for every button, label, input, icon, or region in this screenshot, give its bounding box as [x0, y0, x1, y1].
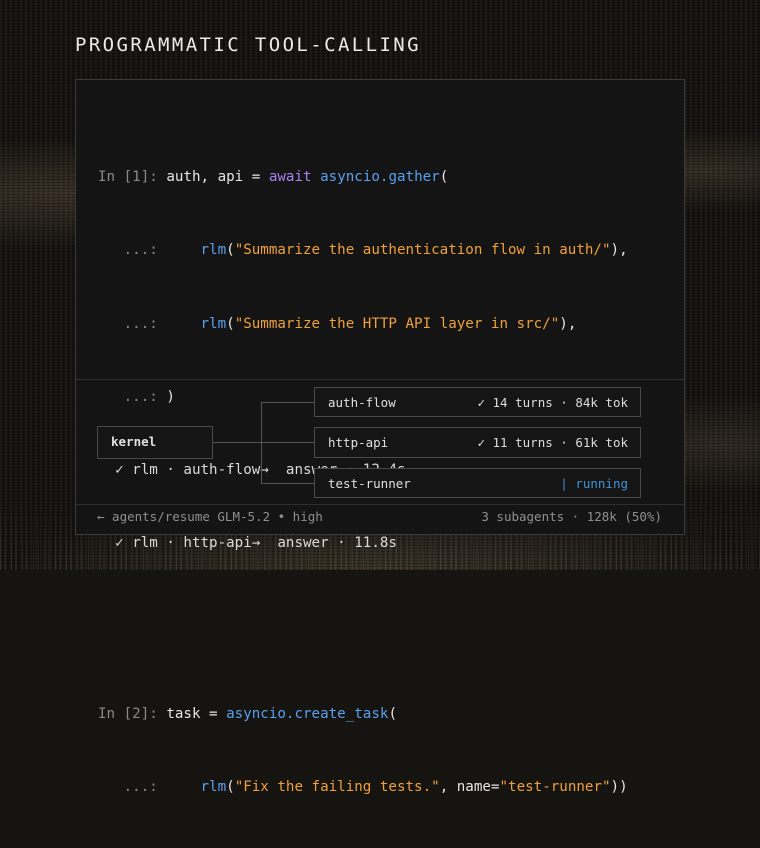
notebook-panel: In [1]: auth, api = await asyncio.gather… [75, 79, 685, 795]
status-left[interactable]: ← agents/resume GLM-5.2 • high [97, 509, 323, 524]
connector-line [261, 442, 314, 443]
code-paren: ( [439, 169, 449, 186]
agent-status-running: | running [560, 476, 628, 491]
code-string: "Summarize the HTTP API layer in src/" [234, 315, 560, 332]
result-line: ✓ rlm · http-api→ answer · 11.8s [98, 531, 628, 555]
status-right: 3 subagents · 128k (50%) [481, 509, 662, 524]
code-string: "test-runner" [499, 779, 611, 796]
continuation-prompt: ...: [123, 779, 158, 796]
code-function: asyncio.gather [320, 169, 440, 186]
code-string: "Summarize the authentication flow in au… [234, 242, 611, 259]
connector-line [261, 402, 314, 403]
result-text: rlm · http-api→ answer · 11.8s [132, 535, 397, 552]
code-operator: = [243, 169, 269, 186]
code-line: ...: rlm("Summarize the HTTP API layer i… [123, 315, 577, 332]
code-line: In [2]: task = asyncio.create_task( [98, 702, 628, 726]
code-function: rlm [200, 779, 227, 796]
cell-prompt: In [1]: [98, 169, 158, 186]
code-paren: ( [388, 706, 397, 723]
check-icon: ✓ [115, 535, 124, 552]
code-operator: = [200, 706, 227, 723]
agent-status: ✓ 14 turns · 84k tok [477, 395, 628, 410]
agent-name: test-runner [328, 476, 411, 491]
kernel-label: kernel [111, 434, 157, 449]
section-divider [76, 379, 684, 380]
agent-node-auth-flow[interactable]: auth-flow ✓ 14 turns · 84k tok [314, 387, 641, 417]
code-function: rlm [200, 315, 227, 332]
code-function: asyncio.create_task [226, 706, 389, 723]
continuation-prompt: ...: [123, 388, 158, 405]
page-title: PROGRAMMATIC TOOL-CALLING [75, 34, 421, 56]
code-line: ...: rlm("Fix the failing tests.", name=… [123, 779, 628, 796]
code-line: In [1]: auth, api = await asyncio.gather… [98, 165, 628, 189]
code-variable: task [166, 706, 201, 723]
code-string: "Fix the failing tests." [234, 779, 440, 796]
code-function: rlm [200, 242, 227, 259]
check-icon: ✓ [115, 462, 124, 479]
continuation-prompt: ...: [123, 315, 158, 332]
code-line: ...: rlm("Summarize the authentication f… [123, 242, 628, 259]
code-variable: auth, api [166, 169, 244, 186]
agent-name: http-api [328, 435, 389, 450]
code-paren: )) [610, 779, 628, 796]
connector-line [213, 442, 261, 443]
status-bar: ← agents/resume GLM-5.2 • high 3 subagen… [76, 502, 684, 534]
cell-prompt: In [2]: [98, 706, 158, 723]
kernel-node[interactable]: kernel [97, 426, 213, 459]
code-paren: ), [559, 315, 577, 332]
agent-node-http-api[interactable]: http-api ✓ 11 turns · 61k tok [314, 427, 641, 458]
code-keyword: await [268, 169, 312, 186]
agent-node-test-runner[interactable]: test-runner | running [314, 468, 641, 498]
code-paren: ) [166, 388, 175, 405]
code-paren: ), [610, 242, 628, 259]
agent-status: ✓ 11 turns · 61k tok [477, 435, 628, 450]
agent-name: auth-flow [328, 395, 396, 410]
code-kwarg: , name= [439, 779, 500, 796]
continuation-prompt: ...: [123, 242, 158, 259]
connector-line [261, 483, 314, 484]
